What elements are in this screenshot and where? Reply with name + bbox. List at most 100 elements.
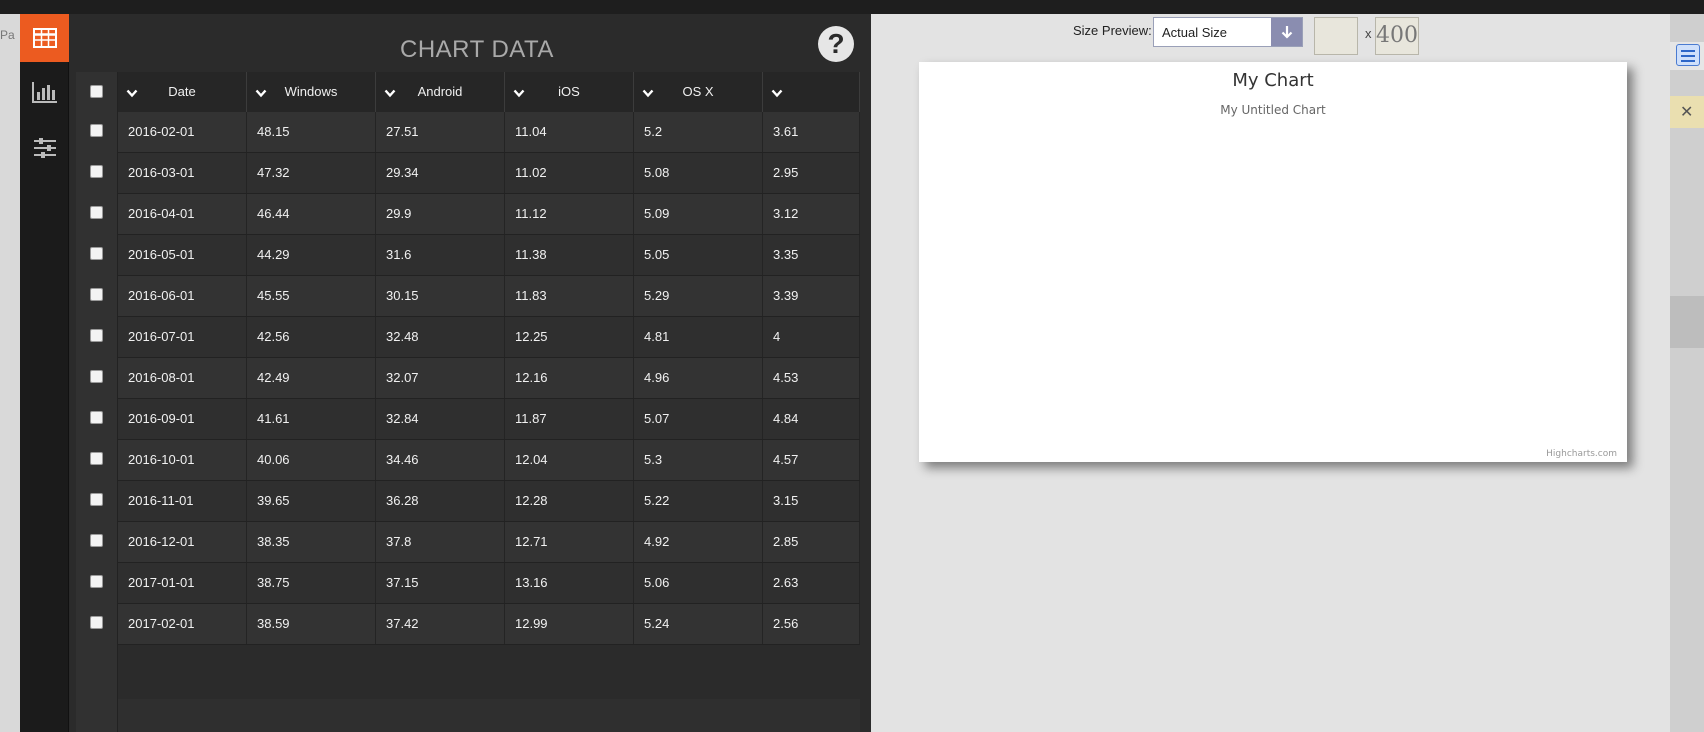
table-cell[interactable]: 37.15: [376, 563, 505, 603]
table-cell[interactable]: 5.29: [634, 276, 763, 316]
table-icon[interactable]: [20, 14, 69, 62]
table-cell[interactable]: 5.09: [634, 194, 763, 234]
table-cell[interactable]: 2016-03-01: [118, 153, 247, 193]
row-checkbox[interactable]: [90, 534, 103, 547]
row-checkbox[interactable]: [90, 411, 103, 424]
table-cell[interactable]: 38.35: [247, 522, 376, 562]
table-cell[interactable]: 2016-05-01: [118, 235, 247, 275]
table-cell[interactable]: 4.84: [763, 399, 860, 439]
column-header[interactable]: Date: [118, 72, 247, 112]
table-cell[interactable]: 34.46: [376, 440, 505, 480]
row-checkbox[interactable]: [90, 452, 103, 465]
table-cell[interactable]: 38.59: [247, 604, 376, 644]
bar-chart-icon[interactable]: [20, 68, 69, 116]
table-cell[interactable]: 4.96: [634, 358, 763, 398]
row-checkbox[interactable]: [90, 165, 103, 178]
table-cell[interactable]: 30.15: [376, 276, 505, 316]
table-cell[interactable]: 5.2: [634, 112, 763, 152]
row-checkbox[interactable]: [90, 247, 103, 260]
table-cell[interactable]: 44.29: [247, 235, 376, 275]
table-cell[interactable]: 12.99: [505, 604, 634, 644]
list-view-icon[interactable]: [1676, 44, 1700, 66]
table-cell[interactable]: 37.42: [376, 604, 505, 644]
preview-width-input[interactable]: [1314, 17, 1358, 55]
table-cell[interactable]: 32.84: [376, 399, 505, 439]
table-cell[interactable]: 3.61: [763, 112, 860, 152]
table-cell[interactable]: 12.28: [505, 481, 634, 521]
row-checkbox[interactable]: [90, 206, 103, 219]
table-cell[interactable]: 47.32: [247, 153, 376, 193]
table-cell[interactable]: 5.08: [634, 153, 763, 193]
table-cell[interactable]: 2016-08-01: [118, 358, 247, 398]
table-cell[interactable]: 37.8: [376, 522, 505, 562]
table-cell[interactable]: 5.05: [634, 235, 763, 275]
row-checkbox[interactable]: [90, 493, 103, 506]
table-cell[interactable]: 32.07: [376, 358, 505, 398]
table-cell[interactable]: 2016-11-01: [118, 481, 247, 521]
table-cell[interactable]: 31.6: [376, 235, 505, 275]
table-cell[interactable]: 27.51: [376, 112, 505, 152]
preview-height-input[interactable]: 400: [1375, 17, 1419, 55]
chart-preview[interactable]: My Chart My Untitled Chart Highcharts.co…: [919, 62, 1627, 462]
table-cell[interactable]: 5.22: [634, 481, 763, 521]
row-checkbox[interactable]: [90, 124, 103, 137]
table-cell[interactable]: 11.12: [505, 194, 634, 234]
table-cell[interactable]: 4.57: [763, 440, 860, 480]
table-cell[interactable]: 46.44: [247, 194, 376, 234]
chart-title[interactable]: My Chart: [919, 70, 1627, 91]
table-cell[interactable]: 2016-09-01: [118, 399, 247, 439]
table-cell[interactable]: 29.9: [376, 194, 505, 234]
table-cell[interactable]: 2016-10-01: [118, 440, 247, 480]
table-cell[interactable]: 5.06: [634, 563, 763, 603]
table-cell[interactable]: 48.15: [247, 112, 376, 152]
table-cell[interactable]: 2016-12-01: [118, 522, 247, 562]
row-checkbox[interactable]: [90, 288, 103, 301]
table-cell[interactable]: 12.71: [505, 522, 634, 562]
size-preview-select[interactable]: Actual Size: [1153, 17, 1303, 47]
table-cell[interactable]: 3.12: [763, 194, 860, 234]
table-cell[interactable]: 2.56: [763, 604, 860, 644]
table-cell[interactable]: 2017-01-01: [118, 563, 247, 603]
table-cell[interactable]: 4.53: [763, 358, 860, 398]
column-header[interactable]: Android: [376, 72, 505, 112]
table-cell[interactable]: 11.83: [505, 276, 634, 316]
table-cell[interactable]: 2016-04-01: [118, 194, 247, 234]
column-header[interactable]: iOS: [505, 72, 634, 112]
table-cell[interactable]: 11.02: [505, 153, 634, 193]
table-cell[interactable]: 5.24: [634, 604, 763, 644]
table-cell[interactable]: 42.49: [247, 358, 376, 398]
select-all-checkbox[interactable]: [90, 85, 103, 98]
table-cell[interactable]: 11.87: [505, 399, 634, 439]
table-cell[interactable]: 12.04: [505, 440, 634, 480]
chart-subtitle[interactable]: My Untitled Chart: [919, 103, 1627, 117]
table-cell[interactable]: 11.04: [505, 112, 634, 152]
table-cell[interactable]: 5.3: [634, 440, 763, 480]
table-cell[interactable]: 2.85: [763, 522, 860, 562]
table-cell[interactable]: 2016-06-01: [118, 276, 247, 316]
table-cell[interactable]: 38.75: [247, 563, 376, 603]
table-cell[interactable]: 29.34: [376, 153, 505, 193]
column-header[interactable]: Windows: [247, 72, 376, 112]
table-cell[interactable]: 32.48: [376, 317, 505, 357]
arrow-down-icon[interactable]: [1271, 18, 1302, 46]
table-cell[interactable]: 36.28: [376, 481, 505, 521]
table-cell[interactable]: 5.07: [634, 399, 763, 439]
table-cell[interactable]: 2.63: [763, 563, 860, 603]
column-header[interactable]: [763, 72, 860, 112]
row-checkbox[interactable]: [90, 329, 103, 342]
table-cell[interactable]: 2017-02-01: [118, 604, 247, 644]
chevron-down-icon[interactable]: [771, 85, 783, 103]
chart-credits[interactable]: Highcharts.com: [1546, 449, 1617, 459]
table-cell[interactable]: 2016-07-01: [118, 317, 247, 357]
table-cell[interactable]: 13.16: [505, 563, 634, 603]
table-cell[interactable]: 4: [763, 317, 860, 357]
sliders-icon[interactable]: [20, 124, 69, 172]
help-icon[interactable]: ?: [818, 26, 854, 62]
table-cell[interactable]: 3.35: [763, 235, 860, 275]
row-checkbox[interactable]: [90, 370, 103, 383]
table-cell[interactable]: 39.65: [247, 481, 376, 521]
row-checkbox[interactable]: [90, 616, 103, 629]
table-cell[interactable]: 3.39: [763, 276, 860, 316]
table-cell[interactable]: 45.55: [247, 276, 376, 316]
close-icon[interactable]: ✕: [1680, 102, 1693, 122]
